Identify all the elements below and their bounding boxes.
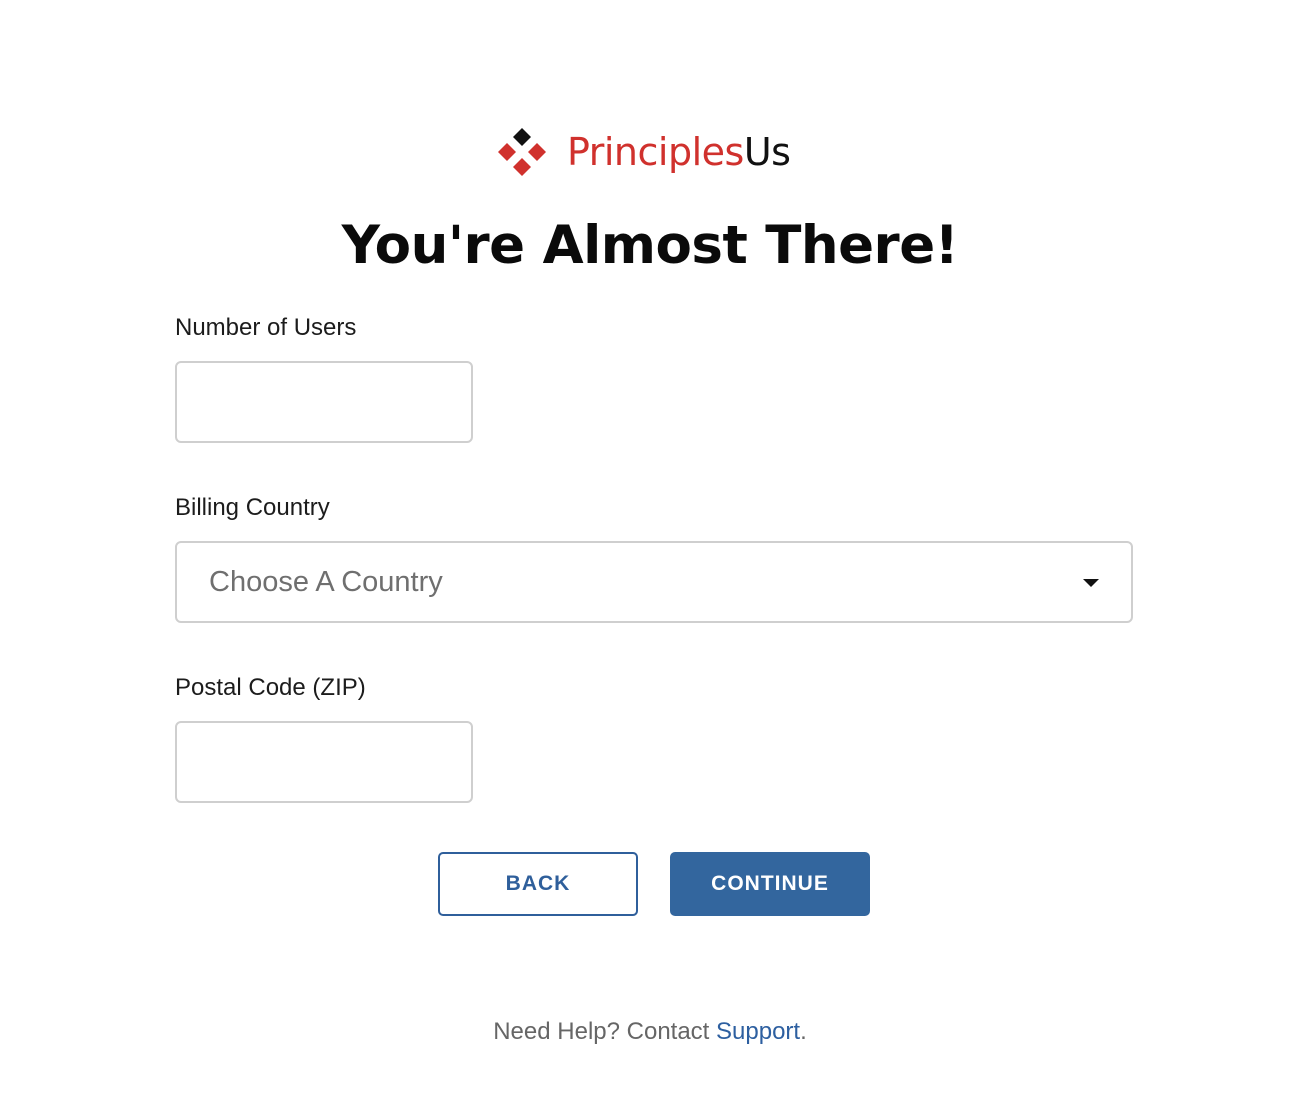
billing-country-label: Billing Country	[175, 494, 330, 521]
brand-name: PrinciplesUs	[567, 126, 791, 178]
brand-logo: PrinciplesUs	[497, 126, 791, 178]
postal-code-label: Postal Code (ZIP)	[175, 674, 366, 701]
postal-code-input[interactable]	[175, 721, 473, 803]
brand-name-primary: Principles	[567, 130, 744, 174]
billing-country-select[interactable]: Choose A Country	[175, 541, 1133, 623]
billing-country-placeholder: Choose A Country	[209, 565, 443, 598]
brand-name-secondary: Us	[743, 130, 791, 174]
number-of-users-label: Number of Users	[175, 314, 357, 341]
page-title: You're Almost There!	[341, 215, 959, 276]
number-of-users-input[interactable]	[175, 361, 473, 443]
back-button[interactable]: BACK	[438, 852, 638, 916]
help-suffix: .	[800, 1018, 807, 1045]
caret-down-icon	[1083, 579, 1099, 587]
diamond-cluster-icon	[498, 128, 546, 176]
help-text: Need Help? Contact Support.	[0, 1016, 1300, 1048]
continue-button[interactable]: CONTINUE	[670, 852, 870, 916]
support-link[interactable]: Support	[716, 1018, 800, 1045]
help-prefix: Need Help? Contact	[493, 1018, 710, 1045]
